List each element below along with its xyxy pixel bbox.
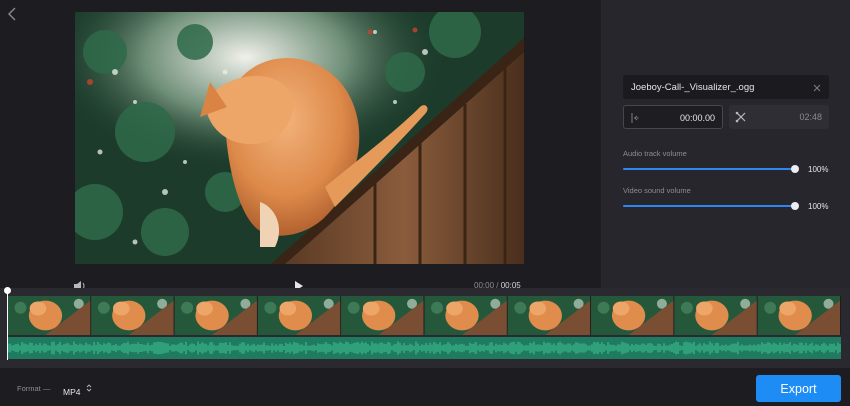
chevron-left-icon [8, 7, 16, 21]
filmstrip-frame [424, 296, 508, 335]
video-sound-volume-slider[interactable] [623, 201, 799, 211]
filmstrip-frame [257, 296, 342, 335]
audio-track-volume-slider[interactable] [623, 164, 799, 174]
filmstrip-frame [341, 296, 425, 335]
waveform [8, 341, 841, 355]
audio-file-field[interactable]: Joeboy-Call-_Visualizer_.ogg [623, 75, 829, 99]
scissors-icon [735, 111, 746, 123]
slider-thumb[interactable] [791, 202, 799, 210]
mute-button[interactable] [74, 278, 88, 291]
audio-end-time-field[interactable]: 02:48 [729, 105, 829, 129]
audio-start-time-field[interactable]: 00:00.00 [623, 105, 723, 129]
trim-start-icon [631, 113, 640, 123]
filmstrip-frame [174, 296, 258, 335]
filmstrip-frame [8, 296, 92, 335]
video-filmstrip[interactable] [8, 296, 841, 335]
format-select[interactable]: MP4 [63, 382, 92, 397]
audio-track-volume-label: Audio track volume [623, 149, 687, 158]
audio-start-time-value: 00:00.00 [679, 113, 715, 123]
playhead-handle[interactable] [4, 287, 11, 294]
audio-track-volume-value: 100% [808, 165, 829, 174]
video-preview [75, 12, 524, 264]
back-button[interactable] [6, 6, 20, 22]
video-sound-volume-value: 100% [808, 202, 829, 211]
timeline[interactable] [0, 287, 850, 368]
audio-file-name: Joeboy-Call-_Visualizer_.ogg [631, 82, 755, 93]
audio-waveform-track[interactable] [8, 337, 841, 359]
slider-thumb[interactable] [791, 165, 799, 173]
video-sound-volume-label: Video sound volume [623, 186, 691, 195]
filmstrip-frame [674, 296, 758, 335]
export-button[interactable]: Export [756, 375, 841, 402]
format-selected-value: MP4 [63, 387, 81, 397]
playhead[interactable] [7, 288, 8, 360]
filmstrip-frame [591, 296, 675, 335]
filmstrip-frame [91, 296, 175, 335]
bottom-bar: Format — MP4 Export [0, 368, 850, 406]
slider-fill [623, 168, 795, 170]
slider-fill [623, 205, 795, 207]
remove-audio-button[interactable] [811, 81, 823, 93]
filmstrip-frame [757, 296, 841, 335]
play-button[interactable] [294, 278, 304, 291]
updown-caret-icon [86, 384, 92, 392]
filmstrip-frame [507, 296, 592, 335]
close-icon [813, 84, 821, 92]
audio-settings-panel: Joeboy-Call-_Visualizer_.ogg 00:00.00 02… [601, 0, 850, 288]
format-label: Format — [17, 384, 51, 393]
player-controls: 00:00 / 00:05 [0, 264, 600, 291]
audio-end-time-value: 02:48 [799, 112, 822, 122]
